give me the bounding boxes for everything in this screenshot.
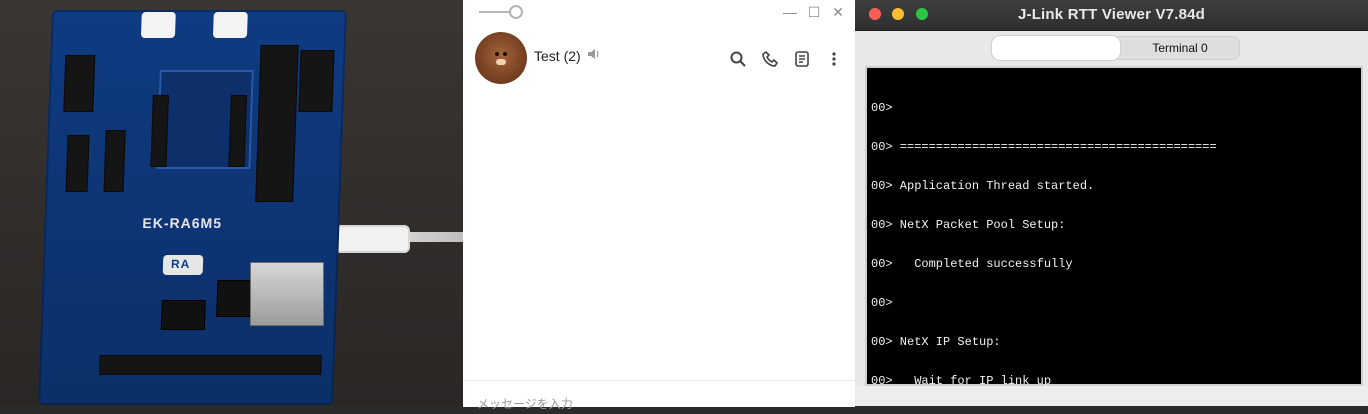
opacity-slider-knob[interactable] bbox=[509, 5, 523, 19]
terminal-line: 00> ====================================… bbox=[871, 140, 1217, 154]
jlink-rtt-viewer-window: J-Link RTT Viewer V7.84d Terminal 0 00> … bbox=[855, 0, 1368, 406]
pin-header bbox=[63, 55, 96, 112]
chat-input-bar[interactable]: メッセージを入力 bbox=[463, 380, 855, 411]
mikrobus-right bbox=[228, 95, 247, 167]
brand-label: RA bbox=[170, 257, 191, 271]
usb-plug bbox=[335, 225, 410, 253]
tab-unlabeled[interactable] bbox=[992, 36, 1120, 60]
chat-header-actions bbox=[727, 48, 845, 70]
button-cluster bbox=[103, 130, 126, 192]
terminal-line: 00> Application Thread started. bbox=[871, 179, 1095, 193]
chat-titlebar: — ☐ ✕ bbox=[463, 0, 855, 24]
terminal-line: 00> NetX IP Setup: bbox=[871, 335, 1001, 349]
chip bbox=[160, 300, 206, 330]
button-cluster bbox=[65, 135, 90, 192]
phone-icon[interactable] bbox=[759, 48, 781, 70]
avatar-mouth bbox=[496, 59, 506, 65]
header-connector bbox=[212, 12, 248, 38]
tab-terminal-0[interactable]: Terminal 0 bbox=[1120, 36, 1240, 60]
terminal-line: 00> NetX Packet Pool Setup: bbox=[871, 218, 1066, 232]
contact-name[interactable]: Test (2) bbox=[534, 48, 581, 64]
chat-window: — ☐ ✕ Test (2) メッセージを入力 bbox=[463, 0, 855, 411]
terminal-tabs: Terminal 0 bbox=[992, 36, 1240, 60]
board-label: EK-RA6M5 bbox=[142, 215, 223, 231]
pin-header bbox=[255, 45, 299, 202]
message-input-placeholder: メッセージを入力 bbox=[477, 397, 573, 411]
chat-message-area[interactable] bbox=[463, 92, 855, 380]
window-title: J-Link RTT Viewer V7.84d bbox=[1017, 6, 1206, 23]
terminal-line: 00> Completed successfully bbox=[871, 257, 1073, 271]
more-icon[interactable] bbox=[823, 48, 845, 70]
mikrobus-left bbox=[150, 95, 169, 167]
board-photo: EK-RA6M5 RA bbox=[0, 0, 463, 406]
ethernet-jack bbox=[250, 262, 324, 326]
terminal-line: 00> bbox=[871, 296, 893, 310]
header-connector bbox=[140, 12, 176, 38]
close-button[interactable]: ✕ bbox=[829, 3, 847, 21]
chat-header: Test (2) bbox=[463, 30, 855, 86]
jlink-bottom-bar bbox=[855, 386, 1368, 406]
contact-avatar[interactable] bbox=[475, 32, 527, 84]
minimize-button[interactable]: — bbox=[781, 3, 799, 21]
terminal-output[interactable]: 00> 00> ================================… bbox=[871, 76, 1351, 388]
bottom-header bbox=[99, 355, 322, 375]
terminal-line: 00> bbox=[871, 101, 893, 115]
maximize-button[interactable]: ☐ bbox=[805, 3, 823, 21]
ek-ra6m5-board: EK-RA6M5 RA bbox=[38, 10, 347, 405]
mute-icon bbox=[586, 47, 600, 66]
search-icon[interactable] bbox=[727, 48, 749, 70]
jlink-titlebar: J-Link RTT Viewer V7.84d bbox=[855, 0, 1368, 31]
pin-header bbox=[298, 50, 335, 112]
avatar-eyes bbox=[493, 52, 509, 58]
notes-icon[interactable] bbox=[791, 48, 813, 70]
